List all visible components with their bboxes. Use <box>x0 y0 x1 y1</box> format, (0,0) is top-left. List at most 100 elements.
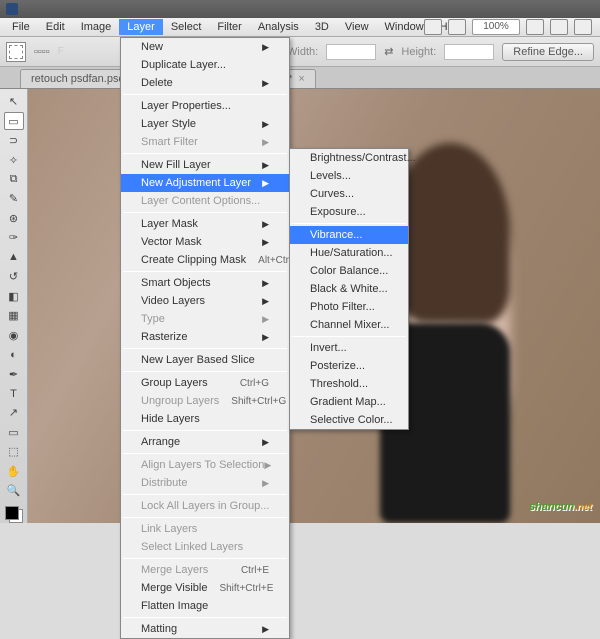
menu-item[interactable]: Group LayersCtrl+G <box>121 374 289 392</box>
selection-mode-icons[interactable]: ▫▫▫▫ <box>34 46 50 58</box>
height-field[interactable] <box>444 44 494 60</box>
menu-item[interactable]: Vibrance... <box>290 226 408 244</box>
menu-item[interactable]: Exposure... <box>290 203 408 221</box>
menu-item-label: Lock All Layers in Group... <box>141 500 269 512</box>
menu-item[interactable]: Threshold... <box>290 375 408 393</box>
marquee-tool-icon[interactable]: ▭ <box>4 112 24 129</box>
menu-item[interactable]: New▶ <box>121 38 289 56</box>
stamp-tool-icon[interactable]: ▲ <box>4 249 24 266</box>
menu-edit[interactable]: Edit <box>38 19 73 35</box>
zoom-tool-icon[interactable]: 🔍 <box>4 482 24 499</box>
menu-view[interactable]: View <box>337 19 377 35</box>
menu-item[interactable]: Brightness/Contrast... <box>290 149 408 167</box>
menu-item[interactable]: Rasterize▶ <box>121 328 289 346</box>
view-extras-icon[interactable] <box>448 19 466 35</box>
history-brush-icon[interactable]: ↺ <box>4 268 24 285</box>
path-tool-icon[interactable]: ↗ <box>4 404 24 421</box>
3d-tool-icon[interactable]: ⬚ <box>4 443 24 460</box>
pen-tool-icon[interactable]: ✒ <box>4 365 24 382</box>
menu-image[interactable]: Image <box>73 19 120 35</box>
menu-item[interactable]: Vector Mask▶ <box>121 233 289 251</box>
menu-file[interactable]: File <box>4 19 38 35</box>
menu-item-label: Selective Color... <box>310 414 393 426</box>
shape-tool-icon[interactable]: ▭ <box>4 424 24 441</box>
healing-tool-icon[interactable]: ⊛ <box>4 210 24 227</box>
submenu-arrow-icon: ▶ <box>262 160 269 171</box>
swap-icon[interactable]: ⇄ <box>384 45 393 58</box>
marquee-tool-icon[interactable] <box>6 42 26 62</box>
menu-analysis[interactable]: Analysis <box>250 19 307 35</box>
menu-3d[interactable]: 3D <box>307 19 337 35</box>
blur-tool-icon[interactable]: ◉ <box>4 326 24 343</box>
menu-filter[interactable]: Filter <box>209 19 249 35</box>
menu-item[interactable]: Layer Mask▶ <box>121 215 289 233</box>
menu-item[interactable]: Posterize... <box>290 357 408 375</box>
dodge-tool-icon[interactable]: ◐ <box>4 346 24 363</box>
menu-item[interactable]: Duplicate Layer... <box>121 56 289 74</box>
arrange-docs-icon[interactable] <box>550 19 568 35</box>
menu-item[interactable]: Layer Properties... <box>121 97 289 115</box>
menu-item[interactable]: Flatten Image <box>121 597 289 615</box>
menu-item[interactable]: New Adjustment Layer▶ <box>121 174 289 192</box>
menu-item[interactable]: Hue/Saturation... <box>290 244 408 262</box>
menu-layer[interactable]: Layer <box>119 19 163 35</box>
menu-item-label: Rasterize <box>141 331 187 343</box>
menu-item-label: Color Balance... <box>310 265 388 277</box>
menu-item[interactable]: Video Layers▶ <box>121 292 289 310</box>
menu-item-label: Align Layers To Selection <box>141 459 264 471</box>
menu-item[interactable]: Channel Mixer... <box>290 316 408 334</box>
screen-mode-icon[interactable] <box>574 19 592 35</box>
lasso-tool-icon[interactable]: ⊃ <box>4 132 24 149</box>
menu-item-label: Vibrance... <box>310 229 362 241</box>
submenu-arrow-icon: ▶ <box>262 42 269 53</box>
menu-item[interactable]: New Fill Layer ▶ <box>121 156 289 174</box>
brush-tool-icon[interactable]: ✑ <box>4 229 24 246</box>
menu-item[interactable]: Photo Filter... <box>290 298 408 316</box>
refine-edge-button[interactable]: Refine Edge... <box>502 43 594 61</box>
menu-item[interactable]: Create Clipping MaskAlt+Ctrl+G <box>121 251 289 269</box>
eraser-tool-icon[interactable]: ◧ <box>4 288 24 305</box>
menu-item[interactable]: Color Balance... <box>290 262 408 280</box>
launch-bridge-icon[interactable] <box>424 19 442 35</box>
wand-tool-icon[interactable]: ✧ <box>4 151 24 168</box>
submenu-arrow-icon: ▶ <box>262 278 269 289</box>
menu-item[interactable]: New Layer Based Slice <box>121 351 289 369</box>
hand-tool-icon[interactable]: ✋ <box>4 463 24 480</box>
menu-item[interactable]: Delete▶ <box>121 74 289 92</box>
menu-item-label: Delete <box>141 77 173 89</box>
move-tool-icon[interactable]: ↖ <box>4 93 24 110</box>
hand-tool-icon[interactable] <box>526 19 544 35</box>
menu-item[interactable]: Arrange▶ <box>121 433 289 451</box>
titlebar <box>0 0 600 18</box>
menu-item-label: Levels... <box>310 170 351 182</box>
menu-item[interactable]: Merge VisibleShift+Ctrl+E <box>121 579 289 597</box>
menu-item[interactable]: Layer Style▶ <box>121 115 289 133</box>
menu-select[interactable]: Select <box>163 19 210 35</box>
menu-item-label: Merge Visible <box>141 582 207 594</box>
menu-item-label: Smart Objects <box>141 277 211 289</box>
menu-item[interactable]: Curves... <box>290 185 408 203</box>
close-icon[interactable]: × <box>298 73 304 85</box>
crop-tool-icon[interactable]: ⧉ <box>4 171 24 188</box>
menu-item[interactable]: Smart Objects ▶ <box>121 274 289 292</box>
height-label: Height: <box>401 46 436 58</box>
menu-item[interactable]: Hide Layers <box>121 410 289 428</box>
menu-item[interactable]: Levels... <box>290 167 408 185</box>
menu-item-label: Duplicate Layer... <box>141 59 226 71</box>
menu-item[interactable]: Gradient Map... <box>290 393 408 411</box>
zoom-level[interactable]: 100% <box>472 19 520 35</box>
menu-item[interactable]: Invert... <box>290 339 408 357</box>
menu-item[interactable]: Matting▶ <box>121 620 289 638</box>
menu-item-label: Layer Style <box>141 118 196 130</box>
menu-item-label: Flatten Image <box>141 600 208 612</box>
menu-item-label: Channel Mixer... <box>310 319 389 331</box>
gradient-tool-icon[interactable]: ▦ <box>4 307 24 324</box>
width-field[interactable] <box>326 44 376 60</box>
color-swatch[interactable] <box>5 506 23 523</box>
menu-item[interactable]: Selective Color... <box>290 411 408 429</box>
fg-color[interactable] <box>5 506 19 520</box>
menu-item-label: New Fill Layer <box>141 159 211 171</box>
eyedropper-tool-icon[interactable]: ✎ <box>4 190 24 207</box>
type-tool-icon[interactable]: T <box>4 385 24 402</box>
menu-item[interactable]: Black & White... <box>290 280 408 298</box>
